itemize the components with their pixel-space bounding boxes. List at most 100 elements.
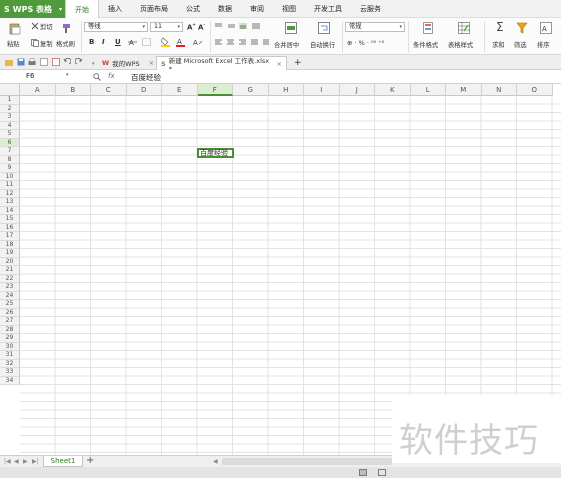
number-format-buttons[interactable]: ⊕ · % · ⁰⁰ ⁺⁰ <box>347 39 384 47</box>
italic-button[interactable]: I <box>102 38 105 46</box>
horizontal-align-icons[interactable] <box>214 39 270 45</box>
row-header-34[interactable]: 34 <box>0 376 20 385</box>
tab-data[interactable]: 数据 <box>209 0 241 17</box>
name-box[interactable]: F6 <box>20 71 72 82</box>
zoom-icon[interactable] <box>93 73 101 81</box>
row-header-17[interactable]: 17 <box>0 232 20 241</box>
row-header-23[interactable]: 23 <box>0 283 20 292</box>
bold-button[interactable]: B <box>89 38 94 46</box>
print-icon[interactable] <box>28 58 36 66</box>
export-pdf-icon[interactable] <box>52 58 60 66</box>
column-header-m[interactable]: M <box>446 84 482 96</box>
filter-icon[interactable] <box>516 22 528 34</box>
format-painter-button[interactable]: 格式刷 <box>56 39 75 48</box>
column-header-f[interactable]: F <box>197 84 233 96</box>
new-tab-button[interactable]: + <box>290 56 306 70</box>
table-style-button[interactable]: 表格样式 <box>448 40 473 49</box>
column-header-b[interactable]: B <box>55 84 91 96</box>
tab-insert[interactable]: 插入 <box>99 0 131 17</box>
column-header-o[interactable]: O <box>517 84 553 96</box>
conditional-format-icon[interactable] <box>423 22 433 34</box>
row-header-31[interactable]: 31 <box>0 351 20 360</box>
row-header-19[interactable]: 19 <box>0 249 20 258</box>
row-header-4[interactable]: 4 <box>0 121 20 130</box>
table-style-icon[interactable] <box>458 22 470 34</box>
paste-button[interactable]: 粘贴 <box>7 39 20 48</box>
sum-button[interactable]: 求和 <box>492 40 505 49</box>
sort-button[interactable]: 排序 <box>537 40 550 49</box>
row-header-12[interactable]: 12 <box>0 189 20 198</box>
row-header-11[interactable]: 11 <box>0 181 20 190</box>
sort-icon[interactable]: A <box>540 22 552 34</box>
tab-home[interactable]: 开始 <box>65 0 99 19</box>
row-header-22[interactable]: 22 <box>0 274 20 283</box>
horizontal-scrollbar[interactable] <box>222 458 392 465</box>
row-header-24[interactable]: 24 <box>0 291 20 300</box>
next-sheet-icon[interactable]: ▶ <box>23 458 28 465</box>
column-header-h[interactable]: H <box>268 84 304 96</box>
row-header-1[interactable]: 1 <box>0 96 20 105</box>
merge-center-icon[interactable] <box>285 22 297 34</box>
row-header-20[interactable]: 20 <box>0 257 20 266</box>
paste-icon[interactable] <box>9 22 21 35</box>
cut-button[interactable]: 剪切 <box>40 22 53 31</box>
scroll-left-icon[interactable]: ◀ <box>213 458 218 465</box>
tab-view[interactable]: 视图 <box>273 0 305 17</box>
undo-icon[interactable] <box>63 58 71 66</box>
column-header-a[interactable]: A <box>20 84 56 96</box>
row-header-13[interactable]: 13 <box>0 198 20 207</box>
row-header-10[interactable]: 10 <box>0 172 20 181</box>
column-header-k[interactable]: K <box>375 84 411 96</box>
redo-icon[interactable] <box>75 58 83 66</box>
copy-icon[interactable] <box>31 39 39 47</box>
row-header-28[interactable]: 28 <box>0 325 20 334</box>
conditional-format-button[interactable]: 条件格式 <box>413 40 438 49</box>
row-header-3[interactable]: 3 <box>0 113 20 122</box>
tab-document[interactable]: S 新建 Microsoft Excel 工作表.xlsx * × <box>156 56 287 73</box>
row-header-30[interactable]: 30 <box>0 342 20 351</box>
fx-button[interactable]: fx <box>108 72 115 80</box>
merge-center-button[interactable]: 合并居中 <box>274 40 299 49</box>
row-header-33[interactable]: 33 <box>0 368 20 377</box>
row-header-2[interactable]: 2 <box>0 104 20 113</box>
font-name-select[interactable]: 等线 ▾ <box>84 22 148 32</box>
row-header-15[interactable]: 15 <box>0 215 20 224</box>
row-header-25[interactable]: 25 <box>0 300 20 309</box>
tab-page-layout[interactable]: 页面布局 <box>131 0 177 17</box>
row-header-32[interactable]: 32 <box>0 359 20 368</box>
formula-input[interactable]: 百度经验 <box>131 72 161 83</box>
column-header-g[interactable]: G <box>233 84 269 96</box>
print-preview-icon[interactable] <box>40 58 48 66</box>
select-all-corner[interactable] <box>0 84 20 96</box>
column-header-n[interactable]: N <box>481 84 517 96</box>
row-header-21[interactable]: 21 <box>0 266 20 275</box>
column-header-c[interactable]: C <box>91 84 127 96</box>
tab-formulas[interactable]: 公式 <box>177 0 209 17</box>
row-header-5[interactable]: 5 <box>0 130 20 139</box>
row-header-18[interactable]: 18 <box>0 240 20 249</box>
tab-my-wps[interactable]: W 我的WPS × <box>98 56 158 70</box>
add-sheet-button[interactable]: + <box>86 456 94 466</box>
column-header-j[interactable]: J <box>339 84 375 96</box>
tab-review[interactable]: 审阅 <box>241 0 273 17</box>
chevron-down-icon[interactable]: ▾ <box>88 57 99 71</box>
page-layout-view-icon[interactable] <box>378 469 386 476</box>
fill-color-icon[interactable] <box>161 37 170 47</box>
row-header-7[interactable]: 7 <box>0 147 20 156</box>
row-header-26[interactable]: 26 <box>0 308 20 317</box>
underline-button[interactable]: U <box>115 38 121 46</box>
first-sheet-icon[interactable]: |◀ <box>4 458 11 465</box>
row-header-9[interactable]: 9 <box>0 164 20 173</box>
row-header-27[interactable]: 27 <box>0 317 20 326</box>
close-icon[interactable]: × <box>149 59 154 67</box>
font-color-icon[interactable]: A <box>176 37 185 47</box>
wrap-text-icon[interactable] <box>318 22 330 34</box>
wrap-text-button[interactable]: 自动换行 <box>310 40 335 49</box>
column-header-l[interactable]: L <box>410 84 446 96</box>
row-header-6[interactable]: 6 <box>0 138 20 147</box>
decrease-font-icon[interactable]: A- <box>198 22 205 31</box>
copy-button[interactable]: 复制 <box>40 39 53 48</box>
border-icon[interactable] <box>142 38 151 46</box>
chevron-down-icon[interactable]: ▾ <box>66 72 69 78</box>
tab-cloud[interactable]: 云服务 <box>351 0 390 17</box>
